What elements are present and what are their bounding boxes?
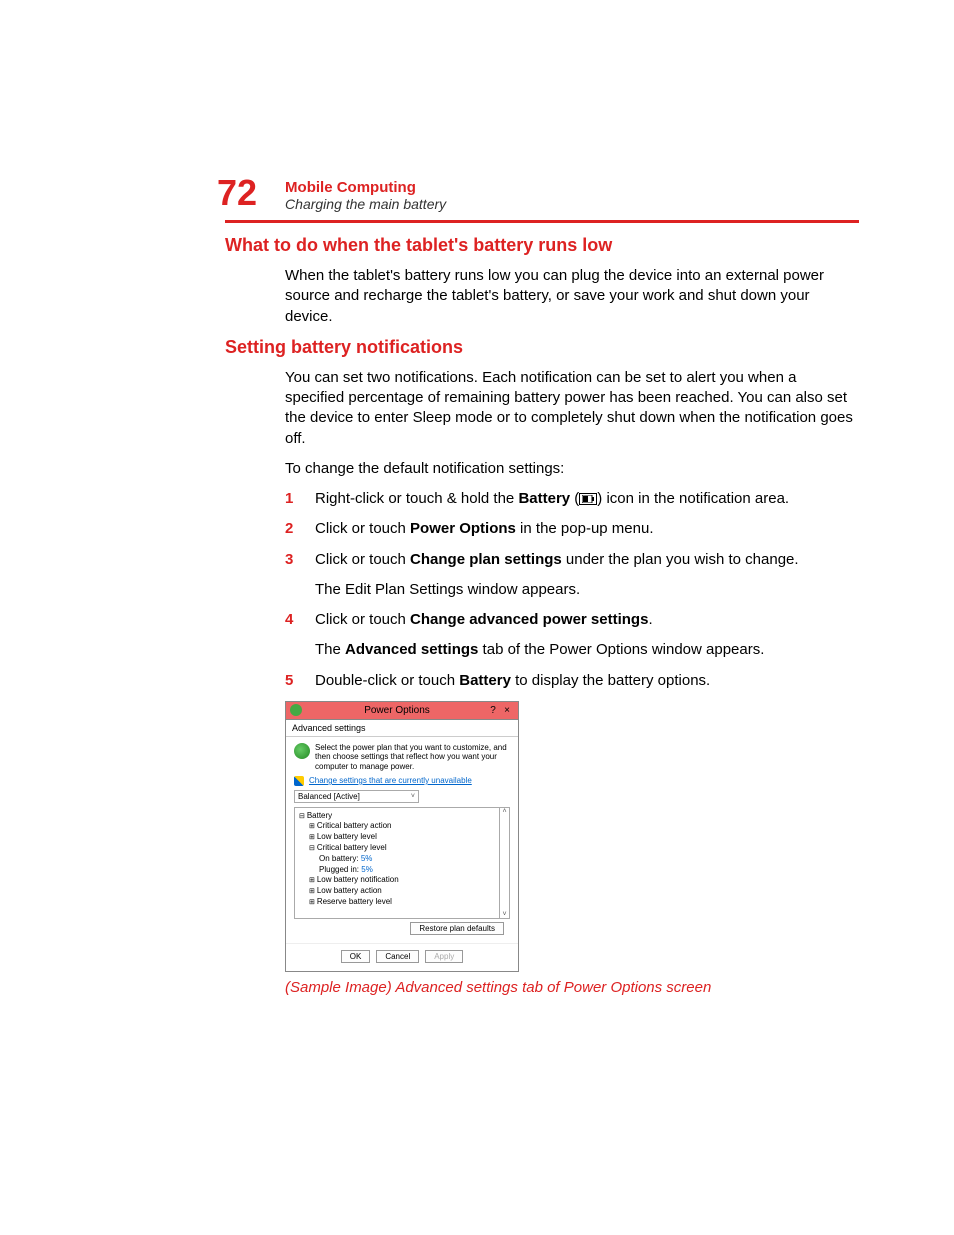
- scroll-down-icon[interactable]: ˅: [502, 911, 506, 918]
- step-text: Click or touch Change advanced power set…: [315, 610, 859, 630]
- tree-node[interactable]: Low battery level: [299, 832, 495, 843]
- power-plan-select[interactable]: Balanced [Active] ˅: [294, 790, 419, 803]
- select-value: Balanced [Active]: [298, 792, 360, 801]
- body-paragraph: To change the default notification setti…: [285, 459, 859, 479]
- chapter-subtitle: Charging the main battery: [285, 196, 446, 212]
- step-1: 1 Right-click or touch & hold the Batter…: [285, 489, 859, 509]
- tab-advanced-settings[interactable]: Advanced settings: [286, 720, 518, 737]
- header-rule: [225, 220, 859, 223]
- page-header: 72 Mobile Computing Charging the main ba…: [217, 175, 859, 212]
- tree-node[interactable]: Critical battery action: [299, 821, 495, 832]
- tree-node-battery[interactable]: Battery: [299, 811, 495, 822]
- section-heading-1: What to do when the tablet's battery run…: [225, 235, 859, 256]
- image-caption: (Sample Image) Advanced settings tab of …: [285, 978, 859, 998]
- tree-leaf[interactable]: On battery: 5%: [299, 854, 495, 865]
- step-number: 1: [285, 489, 315, 509]
- scrollbar[interactable]: ˄ ˅: [500, 807, 510, 919]
- chevron-down-icon: ˅: [411, 793, 415, 800]
- window-icon: [290, 704, 302, 716]
- settings-tree[interactable]: Battery Critical battery action Low batt…: [294, 807, 500, 919]
- battery-icon: [579, 493, 597, 505]
- power-plan-icon: [294, 743, 310, 759]
- tree-node[interactable]: Reserve battery level: [299, 897, 495, 908]
- step-continuation: The Edit Plan Settings window appears.: [315, 580, 859, 600]
- step-text: Double-click or touch Battery to display…: [315, 671, 859, 691]
- tree-node[interactable]: Low battery notification: [299, 875, 495, 886]
- embedded-screenshot: Power Options ? × Advanced settings Sele…: [285, 701, 519, 972]
- apply-button[interactable]: Apply: [425, 950, 463, 963]
- close-button[interactable]: ×: [500, 705, 514, 716]
- window-titlebar: Power Options ? ×: [286, 702, 518, 720]
- step-number: 3: [285, 550, 315, 570]
- tree-node[interactable]: Critical battery level: [299, 843, 495, 854]
- step-text: Right-click or touch & hold the Battery …: [315, 489, 859, 509]
- window-title: Power Options: [308, 705, 486, 716]
- step-4: 4 Click or touch Change advanced power s…: [285, 610, 859, 630]
- step-number: 5: [285, 671, 315, 691]
- body-paragraph: You can set two notifications. Each noti…: [285, 368, 859, 449]
- change-unavailable-link[interactable]: Change settings that are currently unava…: [309, 776, 472, 785]
- step-2: 2 Click or touch Power Options in the po…: [285, 519, 859, 539]
- help-button[interactable]: ?: [486, 705, 500, 716]
- chapter-title: Mobile Computing: [285, 179, 446, 196]
- ok-button[interactable]: OK: [341, 950, 371, 963]
- step-text: Click or touch Power Options in the pop-…: [315, 519, 859, 539]
- scroll-up-icon[interactable]: ˄: [502, 808, 506, 815]
- step-number: 4: [285, 610, 315, 630]
- page-number: 72: [217, 175, 257, 211]
- cancel-button[interactable]: Cancel: [376, 950, 419, 963]
- description-text: Select the power plan that you want to c…: [315, 743, 510, 772]
- tree-node[interactable]: Low battery action: [299, 886, 495, 897]
- step-text: Click or touch Change plan settings unde…: [315, 550, 859, 570]
- shield-icon: [294, 776, 304, 786]
- section-heading-2: Setting battery notifications: [225, 337, 859, 358]
- step-continuation: The Advanced settings tab of the Power O…: [315, 640, 859, 660]
- step-3: 3 Click or touch Change plan settings un…: [285, 550, 859, 570]
- step-number: 2: [285, 519, 315, 539]
- restore-defaults-button[interactable]: Restore plan defaults: [410, 922, 504, 935]
- step-5: 5 Double-click or touch Battery to displ…: [285, 671, 859, 691]
- tree-leaf[interactable]: Plugged in: 5%: [299, 865, 495, 876]
- body-paragraph: When the tablet's battery runs low you c…: [285, 266, 859, 327]
